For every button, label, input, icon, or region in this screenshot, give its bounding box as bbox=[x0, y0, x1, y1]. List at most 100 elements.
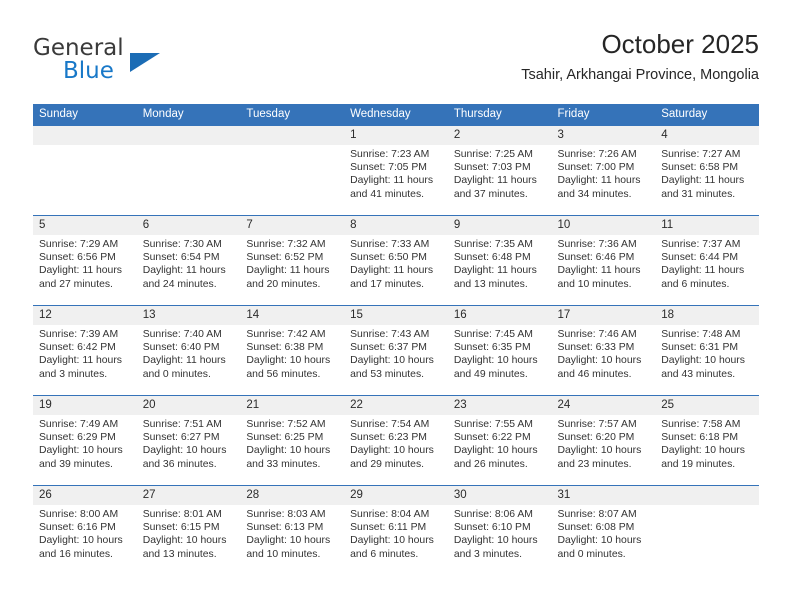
calendar-day-cell[interactable]: 18 Sunrise: 7:48 AM Sunset: 6:31 PM Dayligh… bbox=[655, 305, 759, 396]
daylight-text-line2: and 16 minutes. bbox=[39, 548, 113, 560]
calendar-day-cell[interactable]: 13 Sunrise: 7:40 AM Sunset: 6:40 PM Dayligh… bbox=[136, 305, 241, 396]
calendar-body: 1 Sunrise: 7:23 AM Sunset: 7:05 PM Daylight… bbox=[33, 125, 759, 576]
calendar-day-cell[interactable]: 22 Sunrise: 7:54 AM Sunset: 6:23 PM Dayligh… bbox=[344, 395, 448, 486]
calendar-day-cell[interactable]: 14 Sunrise: 7:42 AM Sunset: 6:38 PM Dayligh… bbox=[240, 305, 345, 396]
weekday-header-friday: Friday bbox=[551, 104, 656, 126]
daylight-text-line1: Daylight: 10 hours bbox=[453, 355, 538, 367]
day-details: Sunrise: 7:33 AM Sunset: 6:50 PM Daylight:… bbox=[344, 235, 448, 291]
sunset-text: Sunset: 7:00 PM bbox=[557, 162, 635, 174]
weekday-header-wednesday: Wednesday bbox=[344, 104, 448, 126]
daylight-text-line1: Daylight: 11 hours bbox=[557, 175, 641, 187]
daylight-text-line2: and 3 minutes. bbox=[39, 368, 108, 380]
sunset-text: Sunset: 6:10 PM bbox=[453, 522, 531, 534]
calendar-header-row: Sunday Monday Tuesday Wednesday Thursday Frid… bbox=[33, 104, 759, 126]
calendar-day-cell[interactable]: 31 Sunrise: 8:07 AM Sunset: 6:08 PM Dayligh… bbox=[551, 485, 656, 576]
calendar-week-row: 12 Sunrise: 7:39 AM Sunset: 6:42 PM Dayligh… bbox=[33, 305, 759, 396]
day-number: 28 bbox=[240, 486, 345, 505]
sunrise-text: Sunrise: 7:45 AM bbox=[453, 329, 533, 340]
calendar-day-cell[interactable]: 16 Sunrise: 7:45 AM Sunset: 6:35 PM Dayligh… bbox=[447, 305, 552, 396]
daylight-text-line2: and 56 minutes. bbox=[246, 368, 321, 380]
sunset-text: Sunset: 6:58 PM bbox=[661, 162, 739, 174]
daylight-text-line1: Daylight: 10 hours bbox=[39, 535, 123, 547]
daylight-text-line1: Daylight: 10 hours bbox=[557, 535, 642, 547]
sunset-text: Sunset: 7:03 PM bbox=[453, 162, 531, 174]
day-details: Sunrise: 7:48 AM Sunset: 6:31 PM Daylight:… bbox=[655, 325, 759, 381]
daylight-text-line2: and 13 minutes. bbox=[453, 278, 528, 290]
sunset-text: Sunset: 6:18 PM bbox=[661, 432, 739, 444]
calendar-day-cell[interactable]: 12 Sunrise: 7:39 AM Sunset: 6:42 PM Dayligh… bbox=[33, 305, 137, 396]
calendar-day-cell[interactable]: 28 Sunrise: 8:03 AM Sunset: 6:13 PM Dayligh… bbox=[240, 485, 345, 576]
sunset-text: Sunset: 6:40 PM bbox=[142, 342, 220, 354]
calendar-day-cell[interactable]: 29 Sunrise: 8:04 AM Sunset: 6:11 PM Dayligh… bbox=[344, 485, 448, 576]
day-details: Sunrise: 8:07 AM Sunset: 6:08 PM Daylight:… bbox=[552, 505, 656, 561]
calendar-day-cell[interactable]: 24 Sunrise: 7:57 AM Sunset: 6:20 PM Dayligh… bbox=[551, 395, 656, 486]
calendar-day-cell[interactable]: 26 Sunrise: 8:00 AM Sunset: 6:16 PM Dayligh… bbox=[33, 485, 137, 576]
calendar-day-cell[interactable]: 4 Sunrise: 7:27 AM Sunset: 6:58 PM Daylight… bbox=[655, 125, 759, 216]
sunset-text: Sunset: 6:08 PM bbox=[557, 522, 635, 534]
calendar-day-cell[interactable]: 1 Sunrise: 7:23 AM Sunset: 7:05 PM Daylight… bbox=[344, 125, 448, 216]
calendar-day-cell[interactable]: 20 Sunrise: 7:51 AM Sunset: 6:27 PM Dayligh… bbox=[136, 395, 241, 486]
day-details: Sunrise: 7:23 AM Sunset: 7:05 PM Daylight:… bbox=[344, 145, 448, 201]
day-number: 20 bbox=[136, 396, 241, 415]
calendar-day-cell[interactable]: 21 Sunrise: 7:52 AM Sunset: 6:25 PM Dayligh… bbox=[240, 395, 345, 486]
sunset-text: Sunset: 6:46 PM bbox=[557, 252, 635, 264]
day-details: Sunrise: 7:35 AM Sunset: 6:48 PM Daylight:… bbox=[448, 235, 552, 291]
day-details: Sunrise: 7:51 AM Sunset: 6:27 PM Daylight:… bbox=[137, 415, 241, 471]
day-number: 17 bbox=[551, 306, 656, 325]
sunset-text: Sunset: 6:38 PM bbox=[246, 342, 324, 354]
day-number: 31 bbox=[551, 486, 656, 505]
sunrise-text: Sunrise: 7:26 AM bbox=[557, 149, 637, 160]
daylight-text-line1: Daylight: 11 hours bbox=[350, 265, 434, 277]
calendar-day-cell[interactable]: 7 Sunrise: 7:32 AM Sunset: 6:52 PM Daylight… bbox=[240, 215, 345, 306]
sunset-text: Sunset: 6:54 PM bbox=[142, 252, 220, 264]
sunrise-text: Sunrise: 7:29 AM bbox=[39, 239, 119, 250]
day-details: Sunrise: 8:01 AM Sunset: 6:15 PM Daylight:… bbox=[137, 505, 241, 561]
daylight-text-line2: and 29 minutes. bbox=[350, 458, 425, 470]
daylight-text-line2: and 26 minutes. bbox=[453, 458, 528, 470]
calendar-day-cell[interactable]: 23 Sunrise: 7:55 AM Sunset: 6:22 PM Dayligh… bbox=[447, 395, 552, 486]
sunrise-text: Sunrise: 7:37 AM bbox=[661, 239, 741, 250]
calendar-day-cell[interactable]: 6 Sunrise: 7:30 AM Sunset: 6:54 PM Daylight… bbox=[136, 215, 241, 306]
day-details: Sunrise: 8:00 AM Sunset: 6:16 PM Daylight:… bbox=[33, 505, 137, 561]
calendar-day-cell[interactable]: 10 Sunrise: 7:36 AM Sunset: 6:46 PM Dayligh… bbox=[551, 215, 656, 306]
calendar-day-cell[interactable]: 30 Sunrise: 8:06 AM Sunset: 6:10 PM Dayligh… bbox=[447, 485, 552, 576]
daylight-text-line2: and 10 minutes. bbox=[246, 548, 321, 560]
daylight-text-line1: Daylight: 11 hours bbox=[142, 265, 226, 277]
sunrise-text: Sunrise: 7:35 AM bbox=[453, 239, 533, 250]
calendar-day-cell[interactable]: 25 Sunrise: 7:58 AM Sunset: 6:18 PM Dayligh… bbox=[655, 395, 759, 486]
day-number: 15 bbox=[344, 306, 448, 325]
sunrise-text: Sunrise: 8:04 AM bbox=[350, 509, 430, 520]
sunset-text: Sunset: 6:56 PM bbox=[39, 252, 116, 264]
day-number: 2 bbox=[447, 126, 552, 145]
calendar-day-cell[interactable]: 15 Sunrise: 7:43 AM Sunset: 6:37 PM Dayligh… bbox=[344, 305, 448, 396]
daylight-text-line1: Daylight: 10 hours bbox=[661, 355, 745, 367]
daylight-text-line1: Daylight: 10 hours bbox=[246, 445, 331, 457]
calendar-day-cell[interactable]: 9 Sunrise: 7:35 AM Sunset: 6:48 PM Daylight… bbox=[447, 215, 552, 306]
calendar-day-cell[interactable]: 17 Sunrise: 7:46 AM Sunset: 6:33 PM Dayligh… bbox=[551, 305, 656, 396]
sunrise-text: Sunrise: 7:30 AM bbox=[142, 239, 222, 250]
sunrise-text: Sunrise: 7:48 AM bbox=[661, 329, 741, 340]
day-number: 8 bbox=[344, 216, 448, 235]
daylight-text-line2: and 37 minutes. bbox=[453, 188, 528, 200]
sunrise-text: Sunrise: 7:46 AM bbox=[557, 329, 637, 340]
day-details: Sunrise: 7:29 AM Sunset: 6:56 PM Daylight:… bbox=[33, 235, 137, 291]
daylight-text-line1: Daylight: 10 hours bbox=[350, 355, 434, 367]
daylight-text-line1: Daylight: 11 hours bbox=[453, 175, 537, 187]
weekday-header-monday: Monday bbox=[136, 104, 241, 126]
day-number: 22 bbox=[344, 396, 448, 415]
calendar-day-cell[interactable]: 2 Sunrise: 7:25 AM Sunset: 7:03 PM Daylight… bbox=[447, 125, 552, 216]
calendar-day-cell[interactable]: 19 Sunrise: 7:49 AM Sunset: 6:29 PM Dayligh… bbox=[33, 395, 137, 486]
calendar-day-cell[interactable]: 11 Sunrise: 7:37 AM Sunset: 6:44 PM Dayligh… bbox=[655, 215, 759, 306]
calendar-day-cell[interactable]: 8 Sunrise: 7:33 AM Sunset: 6:50 PM Daylight… bbox=[344, 215, 448, 306]
daylight-text-line2: and 17 minutes. bbox=[350, 278, 425, 290]
title-block: October 2025 Tsahir, Arkhangai Province,… bbox=[521, 28, 759, 84]
calendar-day-cell[interactable]: 3 Sunrise: 7:26 AM Sunset: 7:00 PM Daylight… bbox=[551, 125, 656, 216]
day-number: 19 bbox=[33, 396, 137, 415]
day-number: 26 bbox=[33, 486, 137, 505]
sunrise-text: Sunrise: 7:58 AM bbox=[661, 419, 741, 430]
day-number: 6 bbox=[136, 216, 241, 235]
calendar-day-cell[interactable]: 27 Sunrise: 8:01 AM Sunset: 6:15 PM Dayligh… bbox=[136, 485, 241, 576]
day-number: 23 bbox=[447, 396, 552, 415]
daylight-text-line1: Daylight: 10 hours bbox=[350, 445, 434, 457]
calendar-day-cell[interactable]: 5 Sunrise: 7:29 AM Sunset: 6:56 PM Daylight… bbox=[33, 215, 137, 306]
